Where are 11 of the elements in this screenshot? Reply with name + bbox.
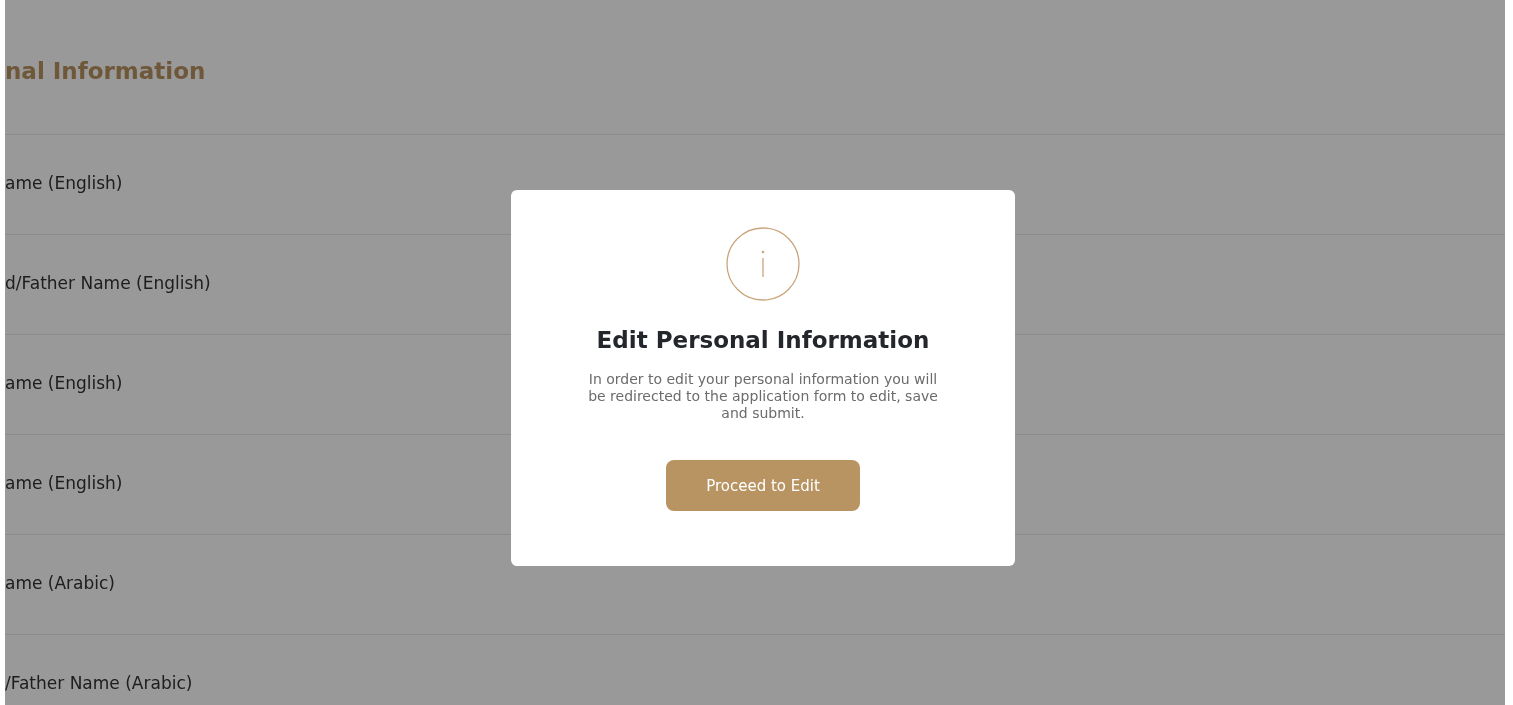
dialog-title: Edit Personal Information	[596, 327, 930, 353]
field-label: /Father Name (Arabic)	[5, 672, 193, 693]
field-label: ame (English)	[5, 172, 123, 193]
dialog-message: In order to edit your personal information you will be redirected to the application form to edit, save and submit.	[587, 371, 939, 422]
field-label: d/Father Name (English)	[5, 272, 211, 293]
proceed-button[interactable]: Proceed to Edit	[666, 460, 860, 511]
field-label: ame (English)	[5, 472, 123, 493]
info-icon	[726, 227, 800, 301]
field-label: ame (Arabic)	[5, 572, 115, 593]
section-heading: nal Information	[5, 0, 1505, 135]
field-label: ame (English)	[5, 372, 123, 393]
